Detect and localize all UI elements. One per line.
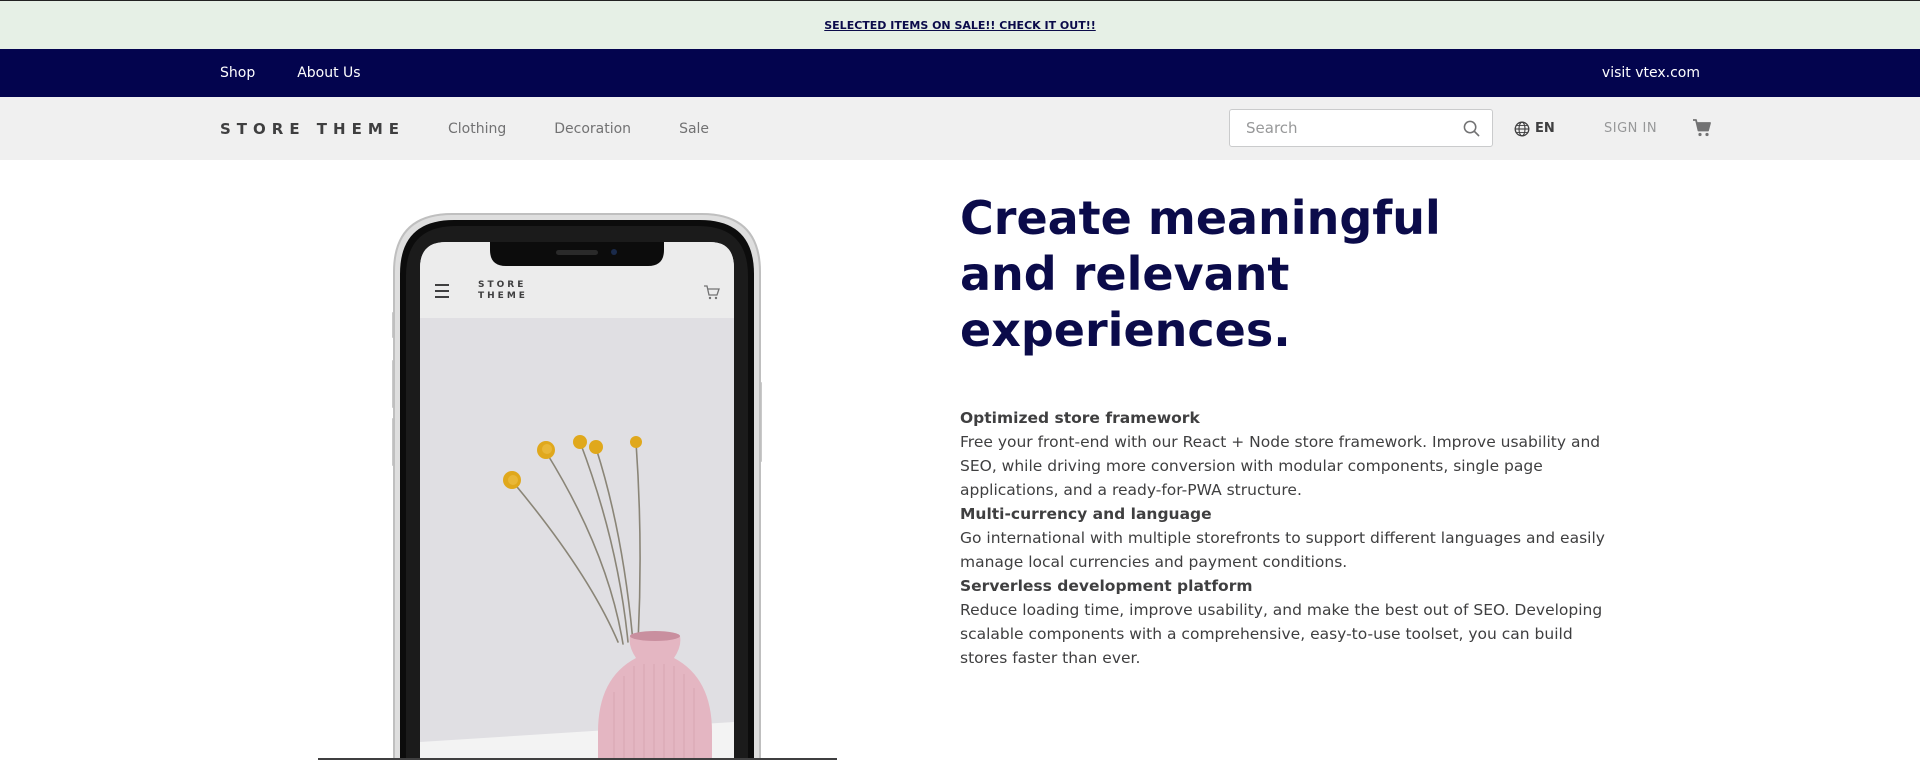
feature-title: Optimized store framework [960, 409, 1200, 427]
hero-title-line1: Create meaningful [960, 191, 1441, 245]
cart-icon[interactable] [1692, 118, 1712, 138]
feature-text: Go international with multiple storefron… [960, 529, 1605, 571]
feature-title: Multi-currency and language [960, 505, 1212, 523]
top-nav-about-us[interactable]: About Us [297, 65, 360, 81]
search-icon[interactable] [1463, 120, 1480, 137]
search-box [1229, 109, 1493, 147]
product-divider [318, 758, 837, 760]
top-nav: Shop About Us [220, 49, 361, 97]
main-menu: Clothing Decoration Sale [448, 97, 709, 160]
visit-vtex-link[interactable]: visit vtex.com [1602, 49, 1700, 97]
top-bar: Shop About Us visit vtex.com [0, 49, 1920, 97]
language-selector[interactable]: EN [1514, 97, 1555, 160]
menu-item-sale[interactable]: Sale [679, 121, 709, 137]
search-input[interactable] [1230, 110, 1450, 146]
globe-icon [1514, 121, 1530, 136]
promo-link[interactable]: SELECTED ITEMS ON SALE!! CHECK IT OUT!! [824, 19, 1096, 32]
menu-item-clothing[interactable]: Clothing [448, 121, 506, 137]
feature-text: Free your front-end with our React + Nod… [960, 433, 1601, 499]
store-logo[interactable]: STORE THEME [220, 97, 405, 160]
top-nav-shop[interactable]: Shop [220, 65, 255, 81]
feature-title: Serverless development platform [960, 577, 1253, 595]
hero-title: Create meaningful and relevant experienc… [960, 190, 1560, 358]
phone-logo-line1: STORE [478, 280, 526, 290]
hero-title-line2: and relevant [960, 247, 1290, 301]
sign-in-button[interactable]: SIGN IN [1604, 97, 1657, 160]
phone-illustration: STORE THEME [392, 213, 762, 760]
phone-logo-line2: THEME [478, 291, 528, 301]
hero-title-line3: experiences. [960, 303, 1291, 357]
phone-mockup: STORE THEME [318, 212, 838, 760]
language-label: EN [1535, 121, 1555, 136]
main-header: STORE THEME Clothing Decoration Sale EN … [0, 97, 1920, 160]
promo-bar: SELECTED ITEMS ON SALE!! CHECK IT OUT!! [0, 0, 1920, 49]
feature-list: Optimized store framework Free your fron… [960, 406, 1620, 670]
feature-text: Reduce loading time, improve usability, … [960, 601, 1603, 667]
menu-item-decoration[interactable]: Decoration [554, 121, 631, 137]
